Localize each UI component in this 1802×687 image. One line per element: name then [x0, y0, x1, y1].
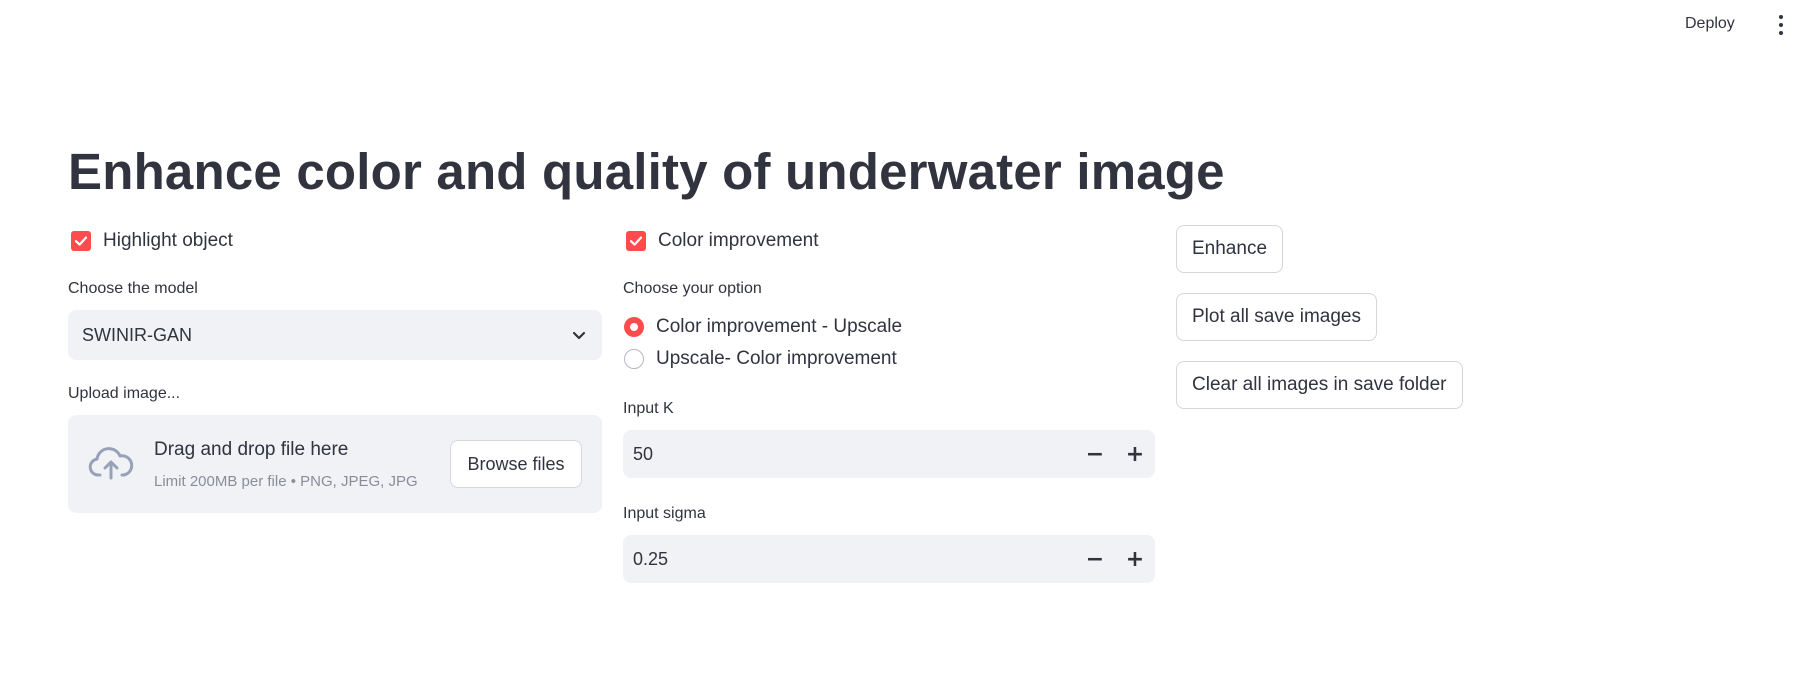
checkbox-checked-icon — [626, 231, 646, 251]
kebab-menu-icon[interactable] — [1774, 12, 1788, 38]
app-page: Deploy Enhance color and quality of unde… — [0, 0, 1802, 687]
model-select-value: SWINIR-GAN — [82, 324, 192, 345]
color-improvement-checkbox[interactable]: Color improvement — [626, 230, 819, 252]
option-radio-label: Choose your option — [623, 280, 762, 297]
radio-option-label: Upscale- Color improvement — [656, 348, 897, 369]
upload-instructions: Drag and drop file here — [154, 439, 349, 460]
highlight-object-checkbox[interactable]: Highlight object — [71, 230, 233, 252]
input-sigma-number: − + — [623, 534, 1155, 584]
minus-icon[interactable]: − — [1075, 430, 1115, 478]
chevron-down-icon — [570, 326, 588, 344]
radio-option-upscale-color[interactable]: Upscale- Color improvement — [624, 348, 897, 370]
model-select-label: Choose the model — [68, 280, 198, 297]
checkbox-label: Highlight object — [103, 230, 233, 251]
input-sigma-label: Input sigma — [623, 505, 706, 522]
input-k-number: − + — [623, 429, 1155, 479]
radio-option-color-upscale[interactable]: Color improvement - Upscale — [624, 316, 902, 338]
radio-unselected-icon — [624, 349, 644, 369]
checkbox-label: Color improvement — [658, 230, 819, 251]
model-select[interactable]: SWINIR-GAN — [68, 310, 602, 360]
file-uploader-dropzone[interactable]: Drag and drop file here Limit 200MB per … — [68, 415, 602, 513]
input-k-field[interactable] — [623, 429, 1075, 479]
input-k-label: Input K — [623, 400, 674, 417]
enhance-button[interactable]: Enhance — [1176, 225, 1284, 273]
checkbox-checked-icon — [71, 231, 91, 251]
clear-images-button[interactable]: Clear all images in save folder — [1176, 361, 1463, 409]
browse-files-button[interactable]: Browse files — [450, 440, 582, 488]
plus-icon[interactable]: + — [1115, 430, 1155, 478]
plot-all-images-button[interactable]: Plot all save images — [1176, 293, 1377, 341]
input-sigma-field[interactable] — [623, 534, 1075, 584]
radio-option-label: Color improvement - Upscale — [656, 316, 903, 337]
upload-limit-text: Limit 200MB per file • PNG, JPEG, JPG — [154, 473, 418, 490]
minus-icon[interactable]: − — [1075, 535, 1115, 583]
page-title: Enhance color and quality of underwater … — [68, 143, 1225, 200]
plus-icon[interactable]: + — [1115, 535, 1155, 583]
upload-label: Upload image... — [68, 385, 181, 402]
radio-selected-icon — [624, 317, 644, 337]
cloud-upload-icon — [88, 447, 134, 480]
deploy-button[interactable]: Deploy — [1685, 12, 1735, 36]
